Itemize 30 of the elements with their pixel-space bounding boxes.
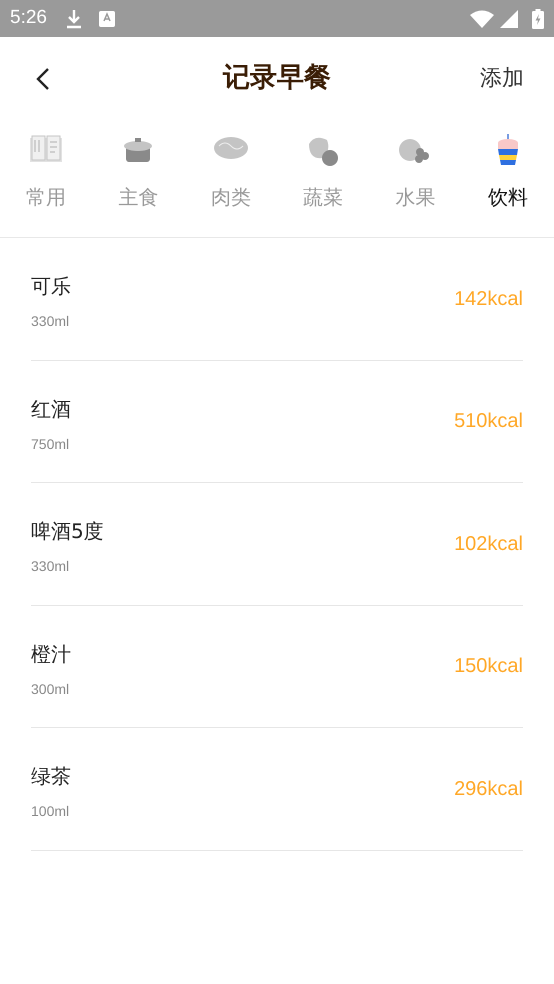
calorie-value: 296kcal [454,776,523,802]
serving-size: 330ml [31,312,70,332]
add-button[interactable]: 添加 [480,62,524,95]
page-title: 记录早餐 [223,61,331,96]
food-name: 啤酒5度 [31,518,104,546]
food-name: 绿茶 [31,763,71,790]
download-icon [64,8,83,28]
status-time: 5:26 [10,6,47,30]
serving-size: 100ml [31,802,70,822]
category-tab[interactable]: 水果 [369,120,462,237]
category-tab[interactable]: 常用 [0,120,92,237]
calorie-value: 150kcal [454,654,523,680]
category-tab[interactable]: 主食 [92,120,185,237]
signal-icon [500,10,518,28]
serving-size: 300ml [31,680,70,699]
category-tab[interactable]: 蔬菜 [277,120,370,237]
category-tab[interactable]: 饮料 [462,120,554,237]
category-tab[interactable]: 肉类 [184,120,277,237]
calorie-value: 102kcal [454,532,523,557]
serving-size: 330ml [31,557,70,576]
back-icon[interactable] [36,66,50,90]
food-name: 红酒 [31,396,71,423]
food-name: 可乐 [31,273,71,300]
food-name: 橙汁 [31,640,71,668]
calorie-value: 142kcal [454,286,523,312]
serving-size: 750ml [31,434,70,454]
battery-icon [532,8,544,28]
calorie-value: 510kcal [454,409,523,434]
wifi-icon [470,10,494,28]
keyboard-icon [98,10,115,26]
